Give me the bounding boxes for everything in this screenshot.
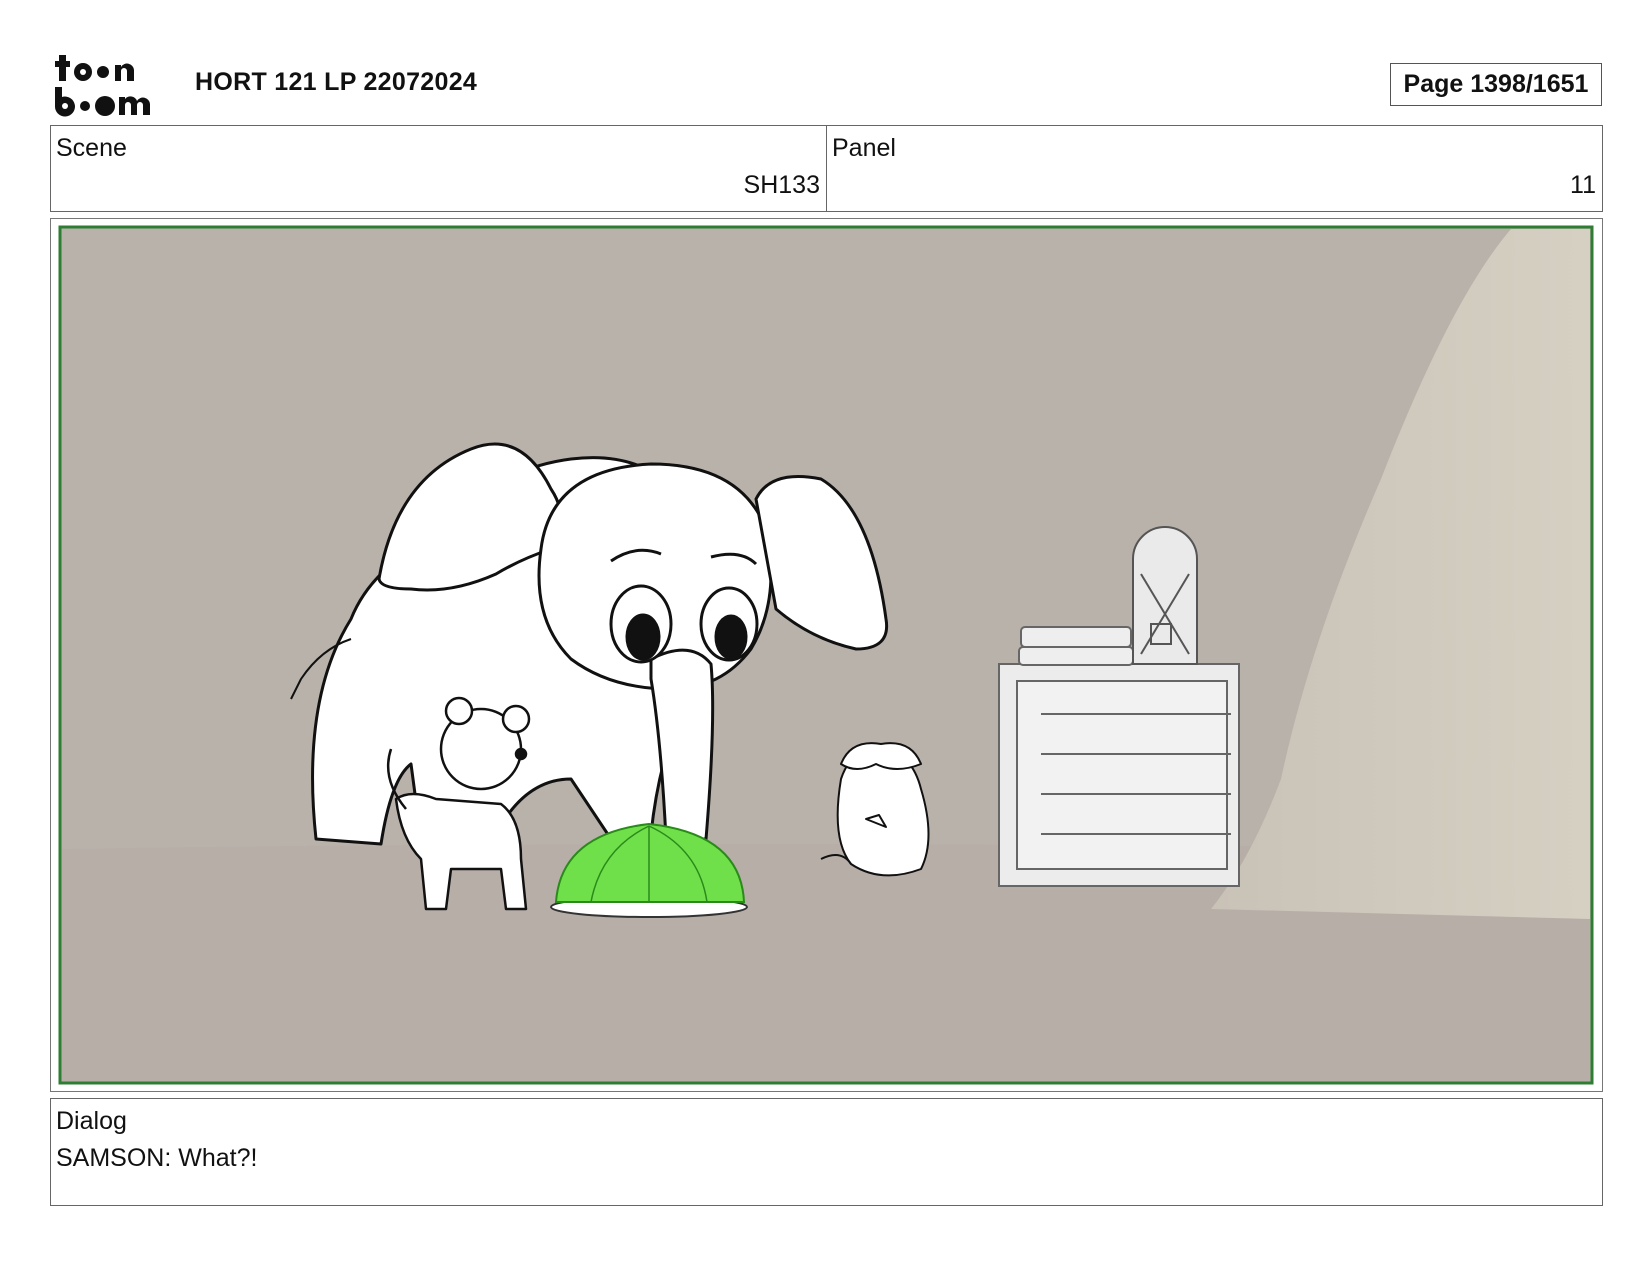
crate — [998, 663, 1240, 887]
books — [1018, 626, 1134, 666]
dialog-label: Dialog — [56, 1107, 127, 1135]
scene-label: Scene — [56, 134, 127, 162]
lantern — [1132, 526, 1198, 665]
dialog-text: SAMSON: What?! — [56, 1144, 258, 1172]
panel-value: 11 — [1570, 171, 1596, 199]
scene-panel-info: Scene SH133 Panel 11 — [50, 125, 1603, 212]
panel-label: Panel — [832, 134, 896, 162]
scene-value: SH133 — [743, 171, 820, 199]
document-title: HORT 121 LP 22072024 — [195, 68, 478, 96]
dialog-box: Dialog SAMSON: What?! — [50, 1098, 1603, 1206]
scene-cell: Scene SH133 — [51, 126, 826, 211]
page-counter: Page 1398/1651 — [1390, 63, 1602, 106]
panel-cell: Panel 11 — [826, 126, 1602, 211]
toon-boom-logo — [54, 55, 150, 117]
storyboard-drawing — [58, 225, 1594, 1085]
storyboard-panel — [50, 218, 1603, 1092]
